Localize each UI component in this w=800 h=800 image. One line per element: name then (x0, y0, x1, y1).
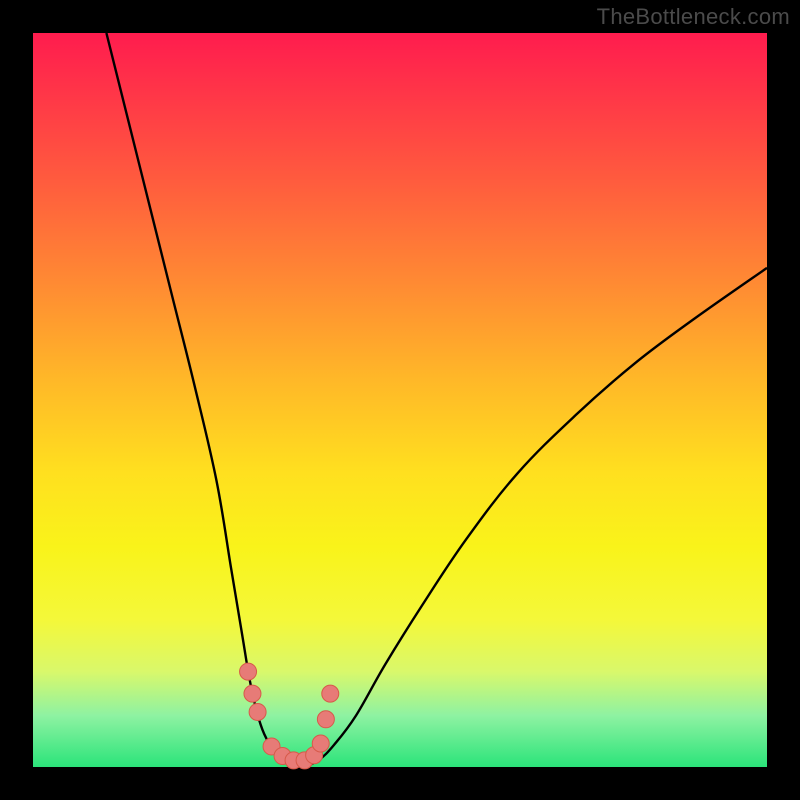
bottleneck-curve (33, 33, 767, 767)
attribution-text: TheBottleneck.com (597, 4, 790, 30)
marker-dot (312, 735, 329, 752)
curve-right-branch (305, 268, 767, 767)
marker-dot (322, 685, 339, 702)
curve-left-branch (106, 33, 304, 767)
marker-dot (317, 711, 334, 728)
plot-area (33, 33, 767, 767)
marker-dot (244, 685, 261, 702)
marker-dot (249, 703, 266, 720)
marker-dot (240, 663, 257, 680)
highlight-markers (240, 663, 339, 769)
chart-frame: TheBottleneck.com (0, 0, 800, 800)
